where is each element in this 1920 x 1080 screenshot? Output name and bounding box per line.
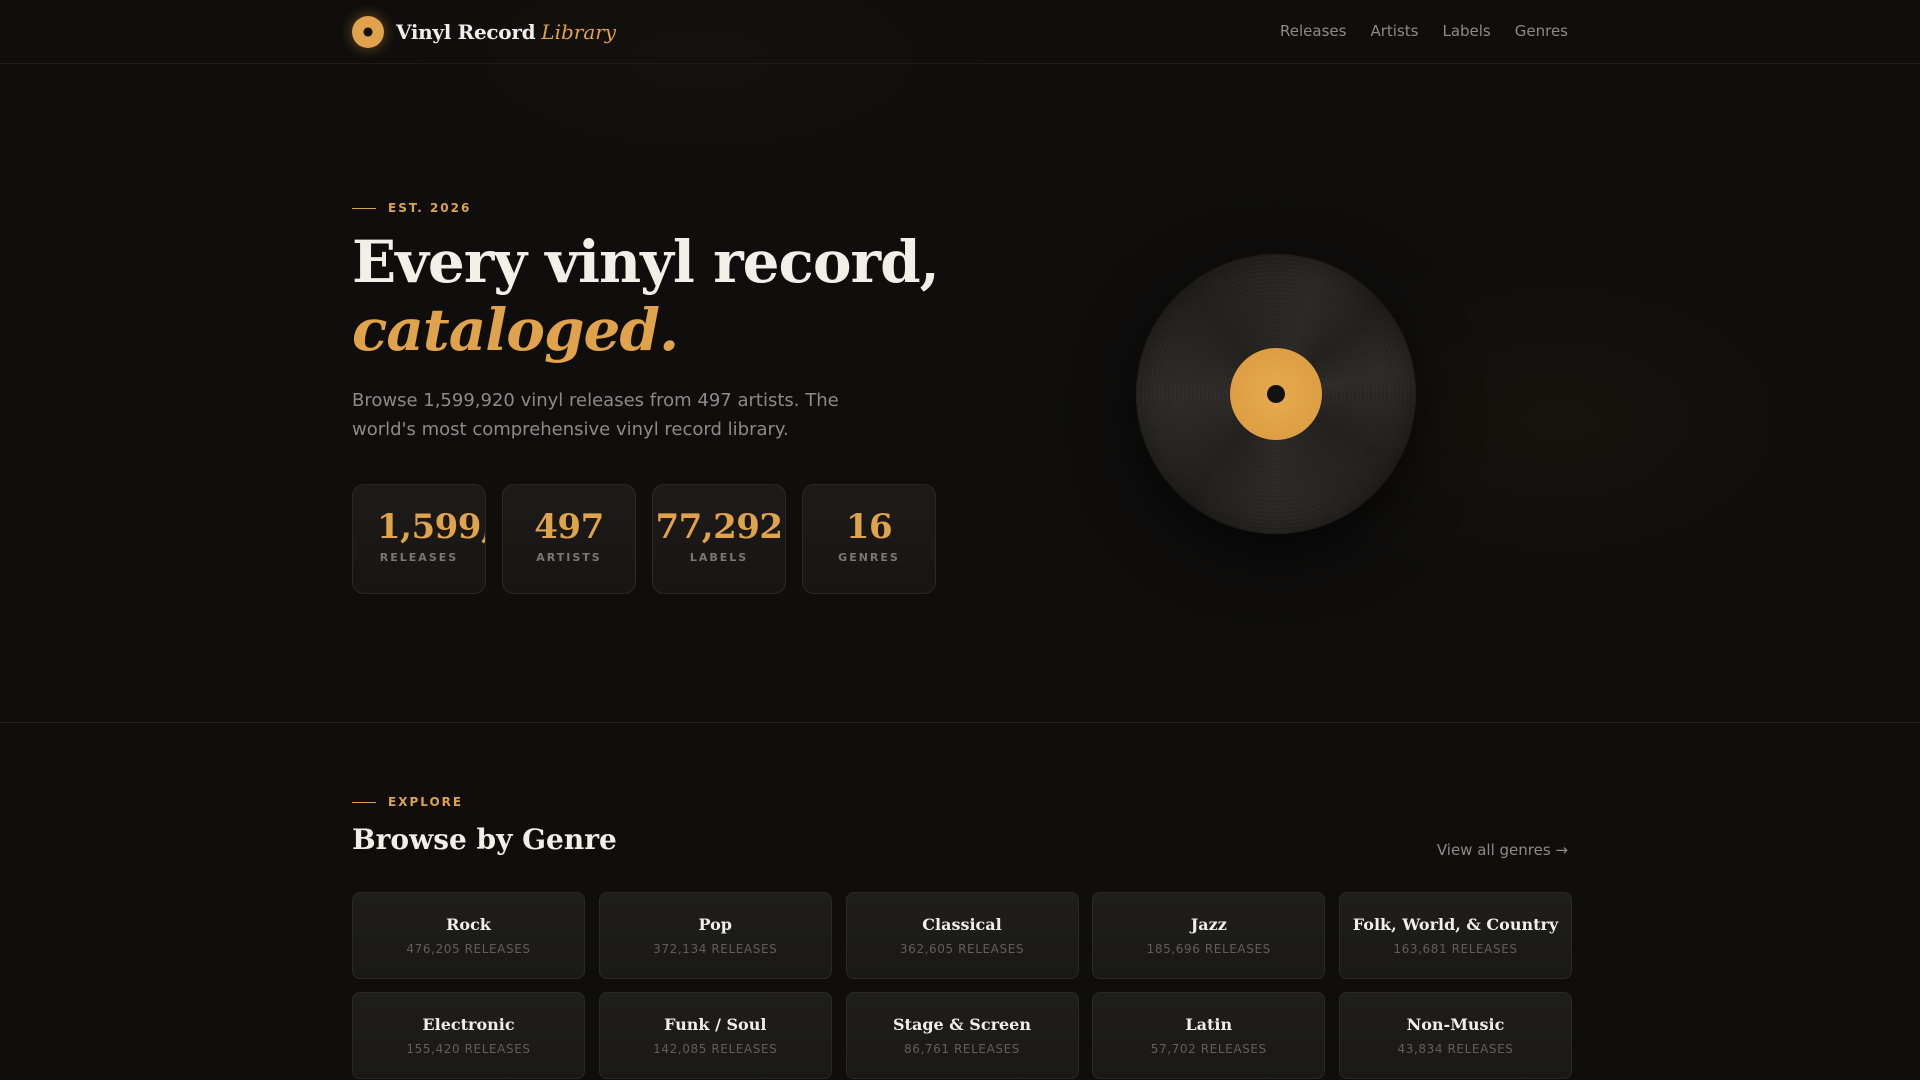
genre-card[interactable]: Electronic 155,420 RELEASES — [352, 992, 585, 1079]
section-title: Browse by Genre — [352, 823, 617, 856]
hero-title-line1: Every vinyl record, — [352, 228, 940, 296]
genre-name: Pop — [698, 915, 732, 934]
genre-name: Classical — [922, 915, 1002, 934]
genre-name: Jazz — [1190, 915, 1227, 934]
genre-name: Folk, World, & Country — [1352, 915, 1559, 934]
genre-count: 362,605 RELEASES — [899, 942, 1025, 956]
nav-links: Releases Artists Labels Genres — [1280, 22, 1568, 40]
top-nav: Vinyl Record Library Releases Artists La… — [0, 0, 1920, 64]
genre-name: Rock — [446, 915, 491, 934]
genre-card[interactable]: Non-Music 43,834 RELEASES — [1339, 992, 1572, 1079]
stat-card-artists: 497 ARTISTS — [502, 484, 636, 594]
genre-grid: Rock 476,205 RELEASES Pop 372,134 RELEAS… — [352, 892, 1572, 1079]
genre-card[interactable]: Jazz 185,696 RELEASES — [1092, 892, 1326, 979]
genre-card[interactable]: Stage & Screen 86,761 RELEASES — [845, 992, 1079, 1079]
genre-card[interactable]: Latin 57,702 RELEASES — [1092, 992, 1326, 1079]
brand-accent: Library — [541, 20, 617, 44]
genre-count: 57,702 RELEASES — [1150, 1042, 1267, 1056]
genre-count: 185,696 RELEASES — [1146, 942, 1271, 956]
genre-count: 163,681 RELEASES — [1393, 942, 1518, 956]
section-divider — [0, 722, 1920, 723]
record-label — [1230, 348, 1322, 440]
genre-count: 43,834 RELEASES — [1397, 1042, 1514, 1056]
nav-link-releases[interactable]: Releases — [1280, 22, 1346, 40]
record-spindle-hole — [1267, 385, 1285, 403]
eyebrow-line — [352, 207, 376, 209]
genre-name: Latin — [1185, 1015, 1233, 1034]
genre-name: Stage & Screen — [893, 1015, 1031, 1034]
brand-name: Vinyl Record — [396, 20, 536, 44]
genre-name: Funk / Soul — [664, 1015, 767, 1034]
nav-link-genres[interactable]: Genres — [1515, 22, 1568, 40]
stat-card-releases: 1,599,920 RELEASES — [352, 484, 486, 594]
hero-title: Every vinyl record, cataloged. — [352, 228, 940, 364]
hero-eyebrow: EST. 2026 — [352, 201, 471, 215]
genre-card[interactable]: Pop 372,134 RELEASES — [598, 892, 832, 979]
genre-card[interactable]: Folk, World, & Country 163,681 RELEASES — [1339, 892, 1572, 979]
genre-eyebrow: EXPLORE — [352, 795, 463, 809]
stat-label: RELEASES — [379, 551, 459, 564]
genre-count: 476,205 RELEASES — [406, 942, 531, 956]
genre-eyebrow-text: EXPLORE — [388, 795, 464, 809]
view-all-genres-link[interactable]: View all genres → — [1437, 841, 1568, 859]
brand-logo[interactable]: Vinyl Record Library — [352, 16, 616, 48]
hero-eyebrow-text: EST. 2026 — [388, 201, 472, 215]
stat-value: 497 — [534, 507, 604, 547]
eyebrow-line — [352, 801, 376, 803]
genre-card[interactable]: Classical 362,605 RELEASES — [845, 892, 1079, 979]
stat-value: 16 — [845, 507, 893, 547]
stat-label: LABELS — [689, 551, 749, 564]
hero-title-line2: cataloged. — [352, 296, 679, 364]
genre-count: 86,761 RELEASES — [903, 1042, 1020, 1056]
genre-name: Non-Music — [1406, 1015, 1505, 1034]
genre-count: 372,134 RELEASES — [653, 942, 778, 956]
genre-card[interactable]: Rock 476,205 RELEASES — [352, 892, 585, 979]
genre-name: Electronic — [422, 1015, 515, 1034]
genre-card[interactable]: Funk / Soul 142,085 RELEASES — [598, 992, 832, 1079]
hero-description: Browse 1,599,920 vinyl releases from 497… — [352, 390, 839, 440]
vinyl-disc-icon — [352, 16, 384, 48]
stats-row: 1,599,920 RELEASES 497 ARTISTS 77,292 LA… — [352, 484, 936, 594]
stat-label: ARTISTS — [536, 551, 602, 564]
nav-link-artists[interactable]: Artists — [1370, 22, 1418, 40]
stat-card-labels: 77,292 LABELS — [652, 484, 786, 594]
genre-count: 155,420 RELEASES — [406, 1042, 531, 1056]
stat-card-genres: 16 GENRES — [802, 484, 936, 594]
vinyl-record-icon — [1136, 254, 1416, 534]
stat-label: GENRES — [838, 551, 900, 564]
genre-count: 142,085 RELEASES — [653, 1042, 778, 1056]
stat-value: 1,599,920 — [377, 507, 485, 547]
nav-link-labels[interactable]: Labels — [1442, 22, 1490, 40]
stat-value: 77,292 — [655, 507, 783, 547]
